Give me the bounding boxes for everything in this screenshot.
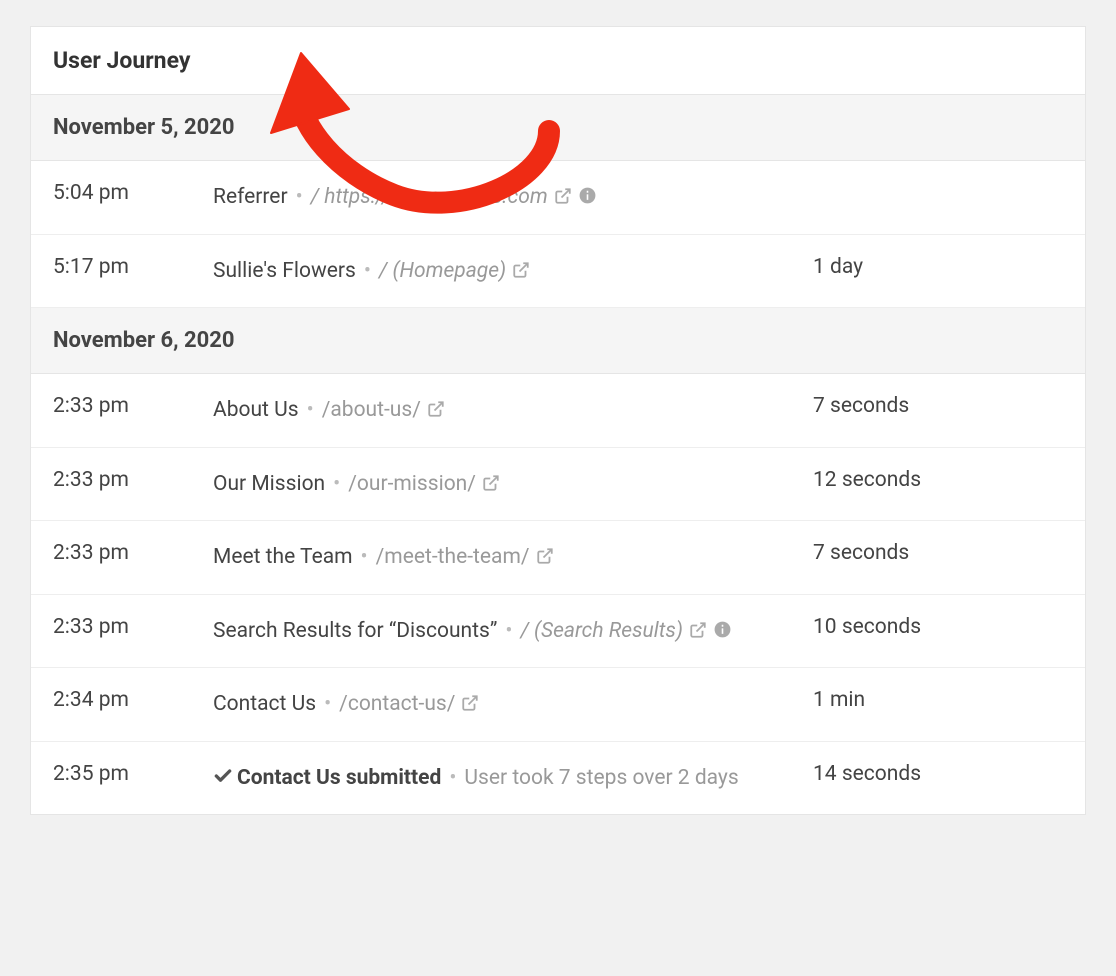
row-time: 2:33 pm (53, 541, 213, 565)
row-duration: 7 seconds (813, 394, 1063, 418)
row-title: Contact Us (213, 692, 316, 716)
row-path: /our-mission/ (348, 472, 476, 496)
info-icon[interactable] (578, 186, 597, 205)
row-title: Referrer (213, 185, 288, 209)
row-time: 5:04 pm (53, 181, 213, 205)
row-duration: 7 seconds (813, 541, 1063, 565)
row-path: /meet-the-team/ (376, 545, 530, 569)
external-link-icon[interactable] (554, 187, 572, 205)
external-link-icon[interactable] (512, 261, 530, 279)
journey-row: 5:17 pmSullie's Flowers • / (Homepage) 1 d… (31, 235, 1085, 309)
row-title: Our Mission (213, 472, 325, 496)
journey-row: 2:35 pm Contact Us submitted • User took 7… (31, 742, 1085, 815)
panel-title: User Journey (53, 47, 1063, 74)
row-duration: 10 seconds (813, 615, 1063, 639)
external-link-icon[interactable] (689, 621, 707, 639)
row-main: Contact Us submitted • User took 7 steps o… (213, 762, 813, 795)
journey-row: 2:34 pmContact Us • /contact-us/ 1 min (31, 668, 1085, 742)
row-path: / https://www.google.com (311, 185, 548, 209)
row-path: / (Homepage) (379, 259, 506, 283)
row-duration: 1 min (813, 688, 1063, 712)
journey-row: 2:33 pmSearch Results for “Discounts” • / … (31, 595, 1085, 669)
check-icon (213, 766, 233, 786)
row-main: Meet the Team • /meet-the-team/ (213, 541, 813, 574)
separator-dot: • (449, 766, 456, 790)
journey-row: 5:04 pmReferrer • / https://www.google.com (31, 161, 1085, 235)
date-label: November 6, 2020 (53, 328, 1063, 353)
date-group-header: November 6, 2020 (31, 308, 1085, 374)
user-journey-panel: User Journey November 5, 2020 5:04 pmRefe… (30, 26, 1086, 815)
row-time: 2:33 pm (53, 394, 213, 418)
row-title: About Us (213, 398, 299, 422)
row-title: Sullie's Flowers (213, 259, 356, 283)
row-main: Search Results for “Discounts” • / (Search… (213, 615, 813, 648)
row-main: Sullie's Flowers • / (Homepage) (213, 255, 813, 288)
separator-dot: • (361, 545, 368, 569)
row-title: Meet the Team (213, 545, 353, 569)
row-main: About Us • /about-us/ (213, 394, 813, 427)
date-group-header: November 5, 2020 (31, 95, 1085, 161)
separator-dot: • (333, 472, 340, 496)
row-title: Search Results for “Discounts” (213, 619, 497, 643)
row-time: 2:35 pm (53, 762, 213, 786)
external-link-icon[interactable] (482, 474, 500, 492)
separator-dot: • (296, 185, 303, 209)
row-path: /about-us/ (322, 398, 421, 422)
date-label: November 5, 2020 (53, 115, 1063, 140)
row-path: / (Search Results) (520, 619, 683, 643)
journey-row: 2:33 pmAbout Us • /about-us/ 7 seconds (31, 374, 1085, 448)
row-title: Contact Us submitted (237, 766, 441, 790)
row-time: 2:33 pm (53, 468, 213, 492)
external-link-icon[interactable] (536, 547, 554, 565)
row-main: Contact Us • /contact-us/ (213, 688, 813, 721)
external-link-icon[interactable] (427, 400, 445, 418)
journey-row: 2:33 pmMeet the Team • /meet-the-team/ 7 s… (31, 521, 1085, 595)
panel-header: User Journey (31, 27, 1085, 95)
separator-dot: • (505, 619, 512, 643)
row-main: Our Mission • /our-mission/ (213, 468, 813, 501)
journey-row: 2:33 pmOur Mission • /our-mission/ 12 seco… (31, 448, 1085, 522)
row-time: 2:33 pm (53, 615, 213, 639)
row-main: Referrer • / https://www.google.com (213, 181, 813, 214)
row-duration: 14 seconds (813, 762, 1063, 786)
row-path: /contact-us/ (339, 692, 455, 716)
row-duration: 12 seconds (813, 468, 1063, 492)
row-meta: User took 7 steps over 2 days (464, 766, 738, 790)
info-icon[interactable] (713, 620, 732, 639)
external-link-icon[interactable] (461, 694, 479, 712)
separator-dot: • (324, 692, 331, 716)
row-duration: 1 day (813, 255, 1063, 279)
separator-dot: • (307, 398, 314, 422)
separator-dot: • (364, 259, 371, 283)
row-time: 2:34 pm (53, 688, 213, 712)
row-time: 5:17 pm (53, 255, 213, 279)
